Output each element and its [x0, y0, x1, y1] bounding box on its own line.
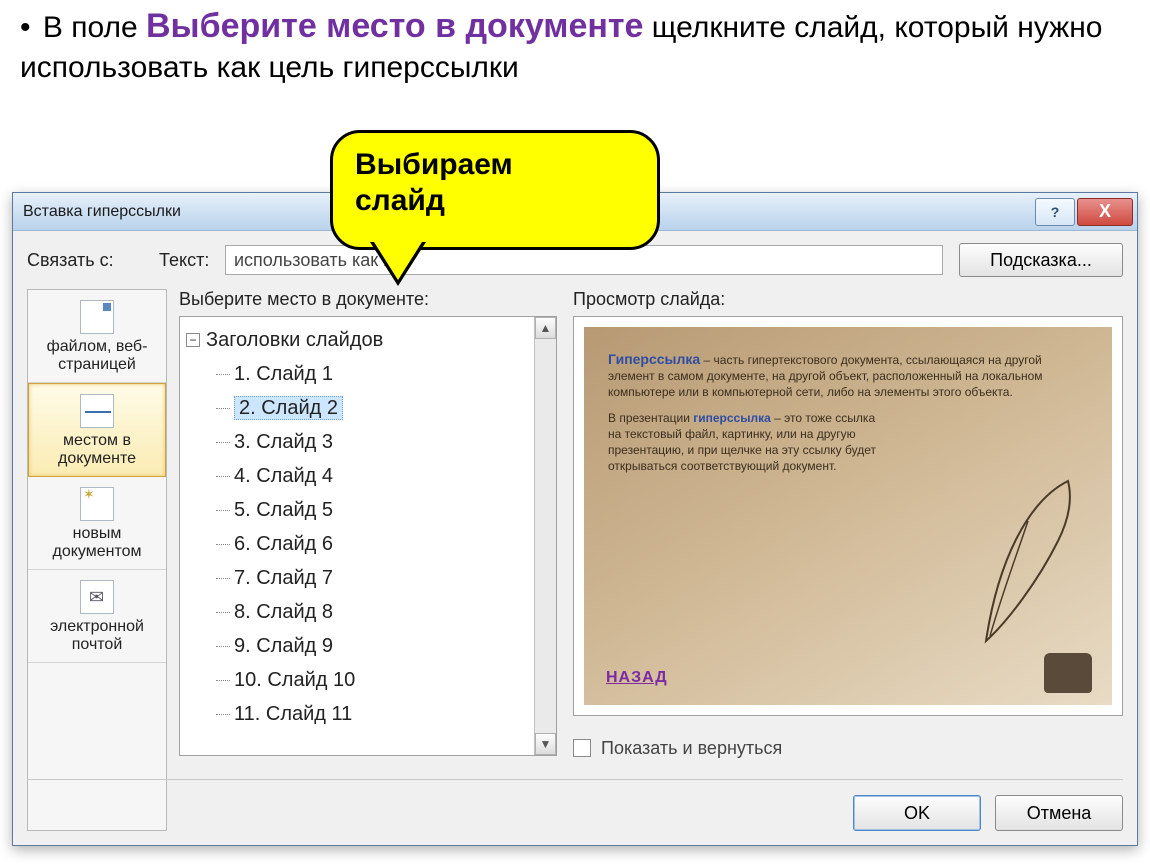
- slide-preview-label: Просмотр слайда:: [573, 289, 1123, 310]
- screen-tip-button[interactable]: Подсказка...: [959, 243, 1123, 277]
- email-icon: [80, 580, 114, 614]
- tree-item-label: 7. Слайд 7: [234, 567, 333, 589]
- tree-item[interactable]: 4. Слайд 4: [216, 459, 556, 493]
- nav-label: местом в документе: [33, 432, 161, 468]
- nav-label: электронной почтой: [32, 618, 162, 654]
- tree-scrollbar[interactable]: ▲ ▼: [534, 317, 556, 755]
- preview-back-link: НАЗАД: [606, 669, 668, 687]
- slide-tree[interactable]: − Заголовки слайдов 1. Слайд 1 2. Слайд 2…: [179, 316, 557, 756]
- nav-email[interactable]: электронной почтой: [28, 570, 166, 663]
- cancel-button[interactable]: Отмена: [995, 795, 1123, 831]
- tree-item[interactable]: 8. Слайд 8: [216, 595, 556, 629]
- bullet-icon: •: [20, 11, 31, 44]
- instruction-prefix: В поле: [43, 11, 146, 44]
- show-and-return-checkbox[interactable]: [573, 739, 591, 757]
- tree-item-label: 5. Слайд 5: [234, 499, 333, 521]
- place-in-doc-icon: [80, 394, 114, 428]
- new-doc-icon: [80, 487, 114, 521]
- tree-item-label: 6. Слайд 6: [234, 533, 333, 555]
- preview-heading-1: Гиперссылка: [608, 351, 700, 367]
- tree-item-label: 8. Слайд 8: [234, 601, 333, 623]
- dialog-divider: [27, 779, 1123, 780]
- callout-line-1: Выбираем: [355, 147, 635, 183]
- tree-item-label: 10. Слайд 10: [234, 669, 355, 691]
- file-web-icon: [80, 300, 114, 334]
- feather-icon: [968, 471, 1088, 651]
- tree-item[interactable]: 6. Слайд 6: [216, 527, 556, 561]
- tree-item-label: 4. Слайд 4: [234, 465, 333, 487]
- nav-existing-file[interactable]: файлом, веб-страницей: [28, 290, 166, 383]
- help-button[interactable]: ?: [1035, 198, 1075, 226]
- tree-item[interactable]: 5. Слайд 5: [216, 493, 556, 527]
- callout-line-2: слайд: [355, 183, 635, 219]
- tree-item[interactable]: 2. Слайд 2: [216, 391, 556, 425]
- tree-item[interactable]: 1. Слайд 1: [216, 357, 556, 391]
- ok-button[interactable]: OK: [853, 795, 981, 831]
- tree-item-label: 2. Слайд 2: [234, 396, 343, 420]
- slide-preview: Гиперссылка – часть гипертекстового доку…: [584, 327, 1112, 705]
- instruction-highlight: Выберите место в документе: [146, 7, 643, 45]
- help-icon: ?: [1051, 204, 1060, 220]
- tree-expand-toggle[interactable]: −: [186, 333, 200, 347]
- tree-item-label: 3. Слайд 3: [234, 431, 333, 453]
- nav-place-in-document[interactable]: местом в документе: [28, 383, 166, 477]
- tree-item-label: 9. Слайд 9: [234, 635, 333, 657]
- tree-root-label: Заголовки слайдов: [206, 323, 383, 357]
- inkpot-icon: [1044, 653, 1092, 693]
- tree-item[interactable]: 11. Слайд 11: [216, 697, 556, 731]
- instruction-text: • В поле Выберите место в документе щелк…: [20, 6, 1130, 88]
- scroll-up-button[interactable]: ▲: [535, 317, 556, 339]
- nav-label: новым документом: [32, 525, 162, 561]
- tree-item[interactable]: 3. Слайд 3: [216, 425, 556, 459]
- tree-item[interactable]: 10. Слайд 10: [216, 663, 556, 697]
- callout-bubble: Выбираем слайд: [330, 130, 660, 280]
- tree-item[interactable]: 9. Слайд 9: [216, 629, 556, 663]
- tree-item-label: 11. Слайд 11: [234, 703, 352, 725]
- close-icon: X: [1099, 201, 1111, 222]
- text-field-label: Текст:: [159, 250, 225, 271]
- tree-item-label: 1. Слайд 1: [234, 363, 333, 385]
- hyperlink-dialog: Вставка гиперссылки ? X Связать с: Текст…: [12, 192, 1138, 846]
- preview-heading-2: гиперссылка: [693, 411, 771, 425]
- nav-new-document[interactable]: новым документом: [28, 477, 166, 570]
- link-to-sidebar: файлом, веб-страницей местом в документе…: [27, 289, 167, 831]
- link-with-label: Связать с:: [27, 250, 159, 271]
- close-button[interactable]: X: [1077, 198, 1133, 226]
- scroll-down-button[interactable]: ▼: [535, 733, 556, 755]
- nav-label: файлом, веб-страницей: [32, 338, 162, 374]
- preview-p2-pre: В презентации: [608, 411, 693, 425]
- tree-item[interactable]: 7. Слайд 7: [216, 561, 556, 595]
- slide-preview-box: Гиперссылка – часть гипертекстового доку…: [573, 316, 1123, 716]
- select-place-label: Выберите место в документе:: [179, 289, 557, 310]
- show-and-return-label: Показать и вернуться: [601, 738, 782, 759]
